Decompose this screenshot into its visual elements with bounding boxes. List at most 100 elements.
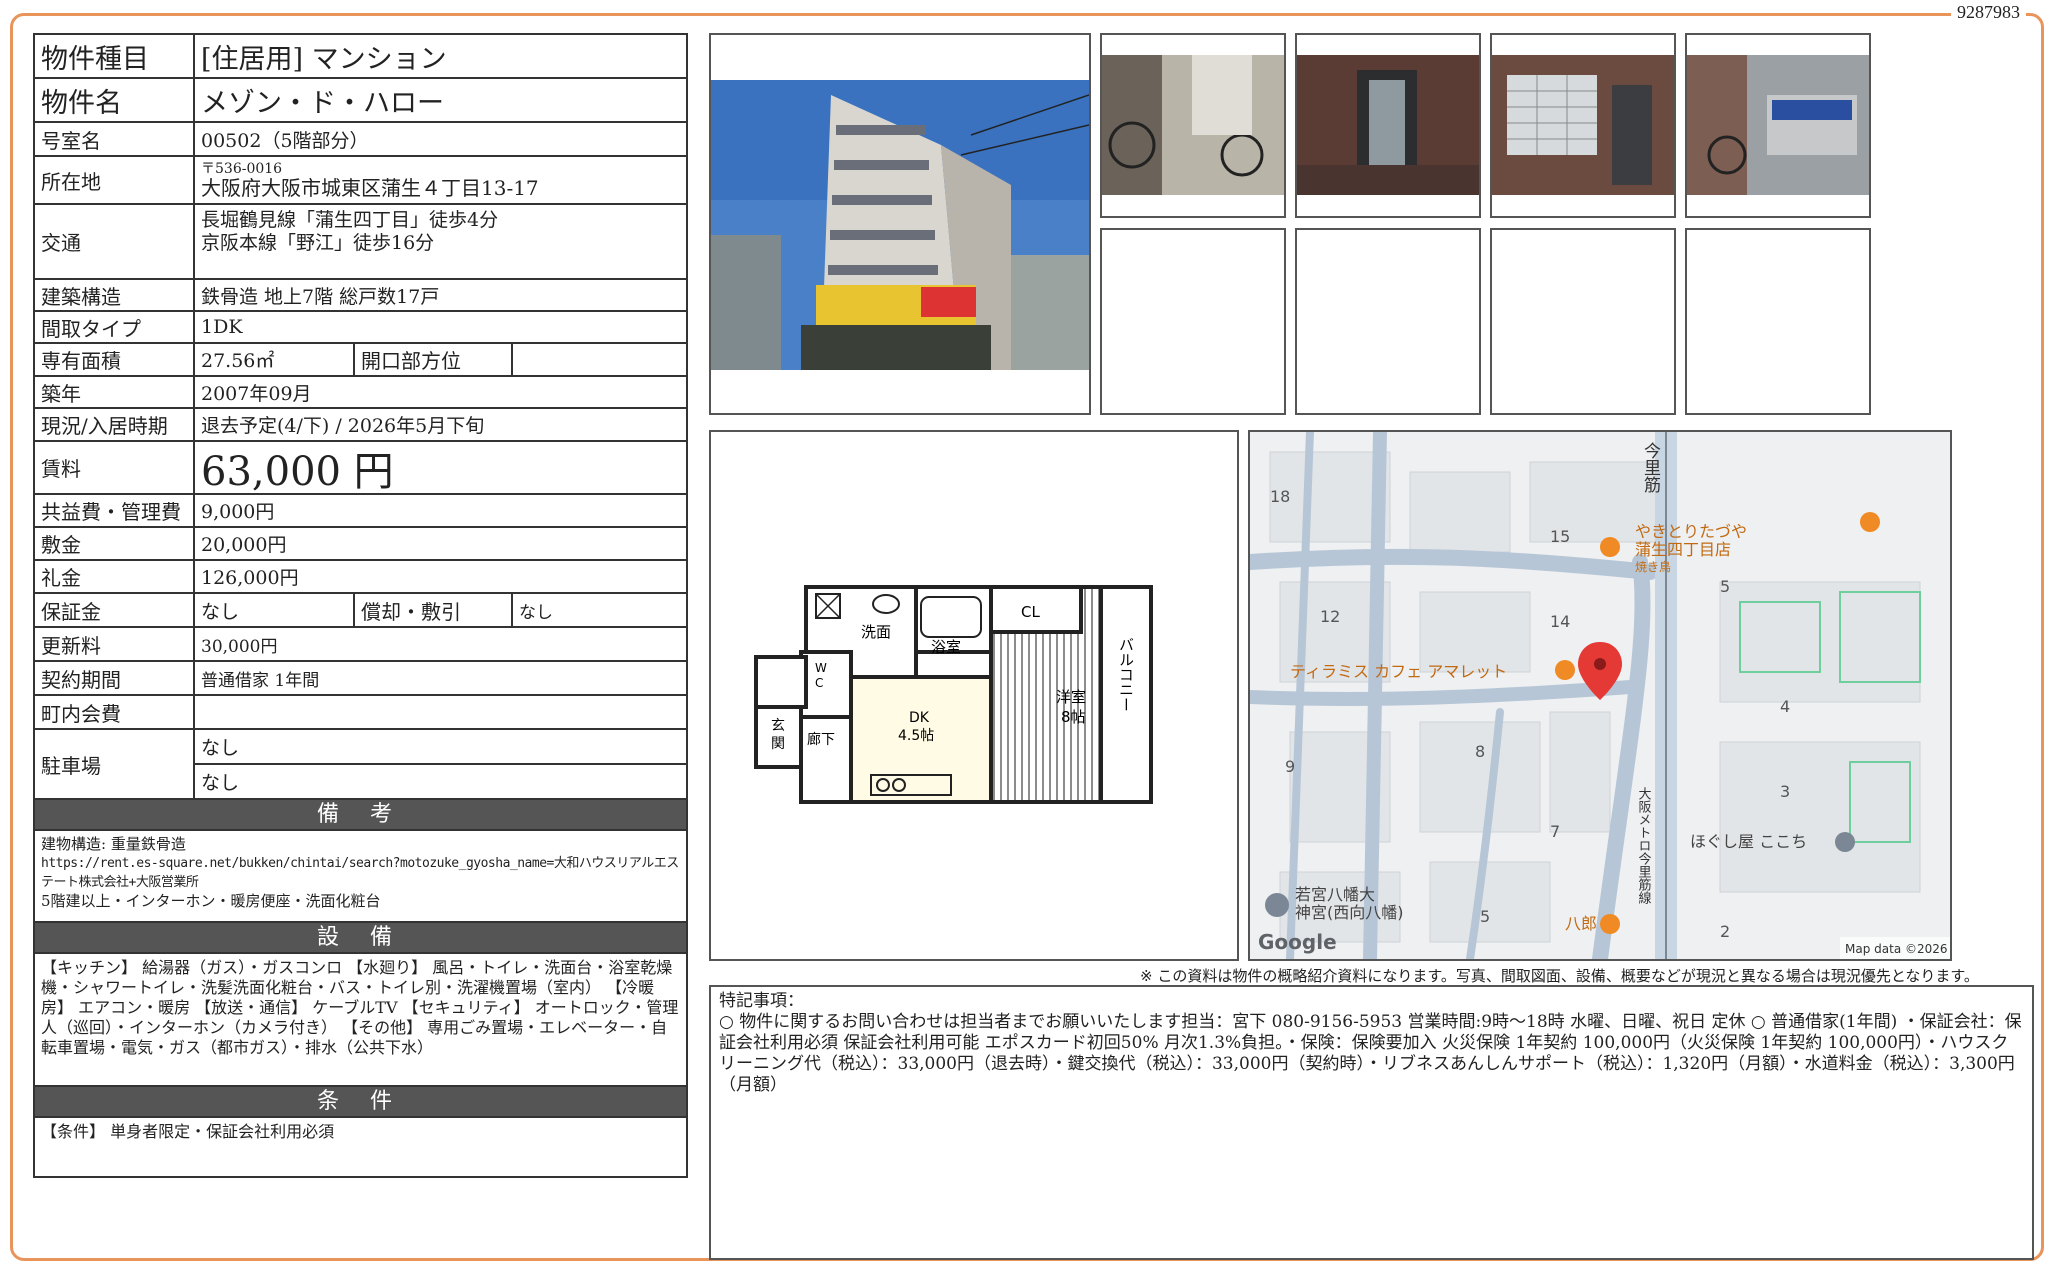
- special-notes-text: ○ 物件に関するお問い合わせは担当者までお願いいたします担当：宮下 080-91…: [719, 1012, 2022, 1095]
- photo-placeholder-4: [1685, 228, 1871, 415]
- entrance-photo: [1297, 35, 1479, 216]
- floor-plan: 洗面 浴室 CL W C 玄 関 廊下 DK 4.5帖 洋室 8帖 バルコニー: [709, 430, 1239, 961]
- value-structure: 鉄骨造 地上7階 総戸数17戸: [201, 285, 440, 308]
- photo-placeholder-2: [1295, 228, 1481, 415]
- poi-icon-shrine[interactable]: [1265, 893, 1289, 917]
- value-renewal: 30,000円: [201, 636, 278, 657]
- row-renewal: 更新料 30,000円: [35, 628, 686, 662]
- google-logo: Google: [1258, 930, 1337, 954]
- parking-value-1: なし: [195, 730, 686, 765]
- label-built: 築年: [35, 377, 195, 407]
- building-photo: [711, 35, 1089, 413]
- value-built: 2007年09月: [201, 382, 312, 405]
- value-community: [195, 696, 686, 728]
- fp-entrance-2: 関: [771, 736, 785, 752]
- fp-cl: CL: [1021, 603, 1040, 621]
- label-name: 物件名: [35, 79, 195, 121]
- row-structure: 建築構造 鉄骨造 地上7階 総戸数17戸: [35, 280, 686, 312]
- row-parking: 駐車場 なし なし: [35, 730, 686, 800]
- transport-line-1: 長堀鶴見線「蒲生四丁目」徒歩4分: [201, 209, 499, 231]
- map-poi-1c: 焼き鳥: [1635, 559, 1671, 574]
- photo-mailboxes: [1490, 33, 1676, 218]
- map-poi-2: ティラミス カフェ アマレット: [1290, 662, 1507, 681]
- value-guarantee: なし: [201, 600, 240, 623]
- map-label-7: 8: [1475, 742, 1485, 761]
- value-room: 00502（5階部分）: [201, 129, 369, 152]
- poi-icon-massage[interactable]: [1835, 832, 1855, 852]
- map-subway-name: 大阪メトロ今里筋線: [1636, 787, 1652, 904]
- remarks-line-1: 建物構造: 重量鉄骨造: [41, 835, 186, 853]
- label-key-money: 礼金: [35, 561, 195, 592]
- row-rent: 賃料 63,000 円: [35, 442, 686, 495]
- label-layout: 間取タイプ: [35, 312, 195, 342]
- map-label-6: 9: [1285, 757, 1295, 776]
- value-status: 退去予定(4/下) / 2026年5月下旬: [201, 415, 485, 437]
- address-text: 大阪府大阪市城東区蒲生４丁目13-17: [201, 175, 539, 200]
- poi-icon-restaurant-3[interactable]: [1600, 914, 1620, 934]
- document-id: 9287983: [1951, 2, 2026, 23]
- row-built: 築年 2007年09月: [35, 377, 686, 409]
- fp-wash: 洗面: [861, 623, 891, 641]
- map-label-11: 2: [1720, 922, 1730, 941]
- map-poi-1: やきとりたづや: [1635, 522, 1747, 541]
- photo-placeholder-3: [1490, 228, 1676, 415]
- photo-placeholder-1: [1100, 228, 1286, 415]
- fp-dk-1: DK: [909, 710, 930, 726]
- fp-dk-2: 4.5帖: [898, 728, 934, 744]
- label-contract: 契約期間: [35, 662, 195, 694]
- value-direction: [513, 344, 686, 375]
- label-area: 専有面積: [35, 344, 195, 375]
- map-poi-4a: 若宮八幡大: [1295, 885, 1375, 904]
- value-deposit: 20,000円: [201, 534, 287, 556]
- row-transport: 交通 長堀鶴見線「蒲生四丁目」徒歩4分 京阪本線「野江」徒歩16分: [35, 205, 686, 280]
- fp-hall: 廊下: [807, 731, 835, 748]
- row-name: 物件名 メゾン・ド・ハロー: [35, 79, 686, 123]
- map-credit: Map data ©2026: [1845, 942, 1948, 956]
- row-fee: 共益費・管理費 9,000円: [35, 495, 686, 528]
- map-label-1: 15: [1550, 527, 1570, 546]
- row-address: 所在地 〒536-0016 大阪府大阪市城東区蒲生４丁目13-17: [35, 157, 686, 205]
- label-address: 所在地: [35, 157, 195, 203]
- label-guarantee: 保証金: [35, 594, 195, 626]
- floor-plan-drawing: 洗面 浴室 CL W C 玄 関 廊下 DK 4.5帖 洋室 8帖 バルコニー: [754, 585, 1153, 804]
- bicycle-parking-photo: [1102, 35, 1284, 216]
- poi-icon-restaurant-2[interactable]: [1860, 512, 1880, 532]
- row-community: 町内会費: [35, 696, 686, 730]
- poi-icon-restaurant-1[interactable]: [1600, 537, 1620, 557]
- poi-icon-cafe[interactable]: [1555, 660, 1575, 680]
- map-poi-1b: 蒲生四丁目店: [1635, 540, 1731, 559]
- label-deposit: 敷金: [35, 528, 195, 559]
- map-label-8: 3: [1780, 782, 1790, 801]
- photo-bicycle-parking: [1100, 33, 1286, 218]
- row-type: 物件種目 [住居用] マンション: [35, 35, 686, 79]
- label-renewal: 更新料: [35, 628, 195, 660]
- special-notes-title: 特記事項：: [719, 991, 804, 1011]
- row-deposit: 敷金 20,000円: [35, 528, 686, 561]
- value-address: 〒536-0016 大阪府大阪市城東区蒲生４丁目13-17: [195, 157, 686, 203]
- fp-western-2: 8帖: [1061, 708, 1086, 726]
- fp-entrance-1: 玄: [771, 717, 785, 734]
- label-status: 現況/入居時期: [35, 409, 195, 440]
- value-transport: 長堀鶴見線「蒲生四丁目」徒歩4分 京阪本線「野江」徒歩16分: [195, 205, 686, 278]
- transport-line-2: 京阪本線「野江」徒歩16分: [201, 232, 435, 254]
- value-rent: 63,000 円: [201, 448, 394, 495]
- remarks-line-2: https://rent.es-square.net/bukken/chinta…: [41, 856, 679, 890]
- property-details-table: 物件種目 [住居用] マンション 物件名 メゾン・ド・ハロー 号室名 00502…: [33, 33, 688, 1178]
- label-parking: 駐車場: [35, 730, 195, 798]
- parking-value-2: なし: [201, 772, 240, 794]
- row-contract: 契約期間 普通借家 1年間: [35, 662, 686, 696]
- conditions-text: 【条件】 単身者限定・保証会社利用必須: [41, 1122, 335, 1141]
- label-direction: 開口部方位: [353, 344, 513, 375]
- address-zip: 〒536-0016: [201, 160, 283, 177]
- row-status: 現況/入居時期 退去予定(4/下) / 2026年5月下旬: [35, 409, 686, 442]
- label-room: 号室名: [35, 123, 195, 155]
- location-map[interactable]: 18 15 12 14 5 4 9 8 3 7 5 2 今里筋 大阪メトロ今里筋…: [1248, 430, 1952, 961]
- remarks-text: 建物構造: 重量鉄骨造 https://rent.es-square.net/b…: [35, 831, 686, 923]
- remarks-heading: 備 考: [35, 800, 686, 831]
- disclaimer-note: ※ この資料は物件の概略紹介資料になります。写真、間取図面、設備、概要などが現況…: [1140, 967, 1979, 985]
- mailboxes-photo: [1492, 35, 1674, 216]
- building-photo-frame: [709, 33, 1091, 415]
- trash-area-photo: [1687, 35, 1869, 216]
- equipment-heading: 設 備: [35, 923, 686, 954]
- map-label-5: 4: [1780, 697, 1790, 716]
